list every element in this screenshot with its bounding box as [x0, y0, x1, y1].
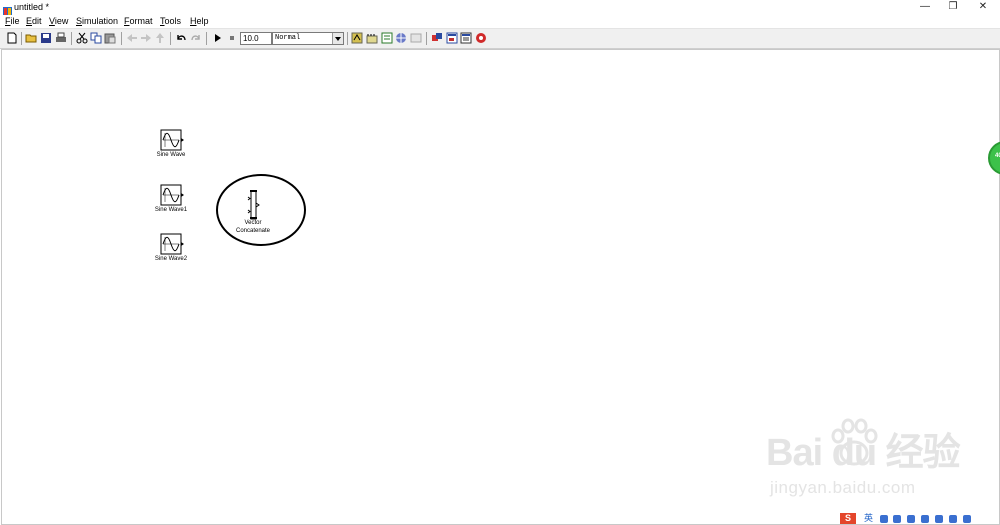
open-folder-icon[interactable]: [25, 32, 37, 44]
skin-icon[interactable]: [935, 515, 943, 523]
menu-file[interactable]: File: [5, 16, 20, 27]
update-diagram-icon[interactable]: [366, 32, 378, 44]
model-explorer-icon[interactable]: [381, 32, 393, 44]
window-title: untitled *: [14, 2, 50, 12]
simulation-mode-value: Normal: [275, 34, 301, 42]
stop-icon[interactable]: [226, 32, 238, 44]
menu-simulation[interactable]: Simulation: [76, 16, 118, 27]
forward-arrow-icon[interactable]: [140, 32, 152, 44]
ime-toolbar: S 英: [840, 513, 975, 524]
emoji-icon[interactable]: [893, 515, 901, 523]
voice-icon[interactable]: [907, 515, 915, 523]
save-icon[interactable]: [40, 32, 52, 44]
minimize-button[interactable]: —: [910, 0, 940, 15]
toolbar-separator: [21, 32, 22, 45]
configuration-icon[interactable]: [475, 32, 487, 44]
highlight-ellipse: [216, 174, 306, 246]
floating-badge[interactable]: 40: [988, 141, 1000, 175]
back-arrow-icon[interactable]: [126, 32, 138, 44]
sine-wave2-block[interactable]: [160, 233, 184, 255]
punctuation-icon[interactable]: [880, 515, 888, 523]
sine-wave1-block[interactable]: [160, 184, 184, 206]
menu-grid-icon[interactable]: [963, 515, 971, 523]
ime-language[interactable]: 英: [864, 513, 873, 524]
toolbar-separator: [71, 32, 72, 45]
sine-wave-icon: [160, 233, 184, 255]
paste-icon[interactable]: [104, 32, 116, 44]
stop-time-input[interactable]: 10.0: [240, 32, 272, 45]
chevron-down-icon[interactable]: [332, 33, 343, 44]
menu-tools[interactable]: Tools: [160, 16, 181, 27]
debug-icon[interactable]: [395, 32, 407, 44]
undo-icon[interactable]: [175, 32, 187, 44]
block-label-sine-wave[interactable]: Sine Wave: [146, 152, 196, 159]
model-browser-icon[interactable]: [446, 32, 458, 44]
menu-bar: File Edit View Simulation Format Tools H…: [0, 15, 1000, 28]
build-icon[interactable]: [351, 32, 363, 44]
block-label-sine-wave2[interactable]: Sine Wave2: [146, 256, 196, 263]
toolbar-separator: [347, 32, 348, 45]
toolbar-separator: [426, 32, 427, 45]
new-model-icon[interactable]: [6, 32, 18, 44]
toolbar: 10.0 Normal: [0, 28, 1000, 49]
cut-icon[interactable]: [76, 32, 88, 44]
toolbar-separator: [170, 32, 171, 45]
tools-icon[interactable]: [949, 515, 957, 523]
block-label-sine-wave1[interactable]: Sine Wave1: [146, 207, 196, 214]
properties-icon[interactable]: [460, 32, 472, 44]
sogou-ime-icon[interactable]: S: [840, 513, 856, 524]
print-icon[interactable]: [55, 32, 67, 44]
close-button[interactable]: ✕: [968, 0, 998, 15]
sine-wave-icon: [160, 129, 184, 151]
toolbar-separator: [206, 32, 207, 45]
watermark-url: jingyan.baidu.com: [770, 478, 916, 497]
play-icon[interactable]: [212, 32, 224, 44]
menu-format[interactable]: Format: [124, 16, 153, 27]
redo-icon[interactable]: [190, 32, 202, 44]
up-arrow-icon[interactable]: [154, 32, 166, 44]
menu-help[interactable]: Help: [190, 16, 209, 27]
menu-edit[interactable]: Edit: [26, 16, 42, 27]
disabled-tool-icon[interactable]: [410, 32, 422, 44]
title-bar: untitled * — ❐ ✕: [0, 0, 1000, 16]
sine-wave-block[interactable]: [160, 129, 184, 151]
menu-view[interactable]: View: [49, 16, 68, 27]
keyboard-icon[interactable]: [921, 515, 929, 523]
watermark-logo: Bai du 经验: [766, 432, 961, 474]
sine-wave-icon: [160, 184, 184, 206]
copy-icon[interactable]: [90, 32, 102, 44]
library-browser-icon[interactable]: [431, 32, 443, 44]
toolbar-separator: [121, 32, 122, 45]
simulink-app-icon: [3, 3, 12, 16]
simulation-mode-select[interactable]: Normal: [272, 32, 344, 45]
restore-button[interactable]: ❐: [938, 0, 968, 15]
